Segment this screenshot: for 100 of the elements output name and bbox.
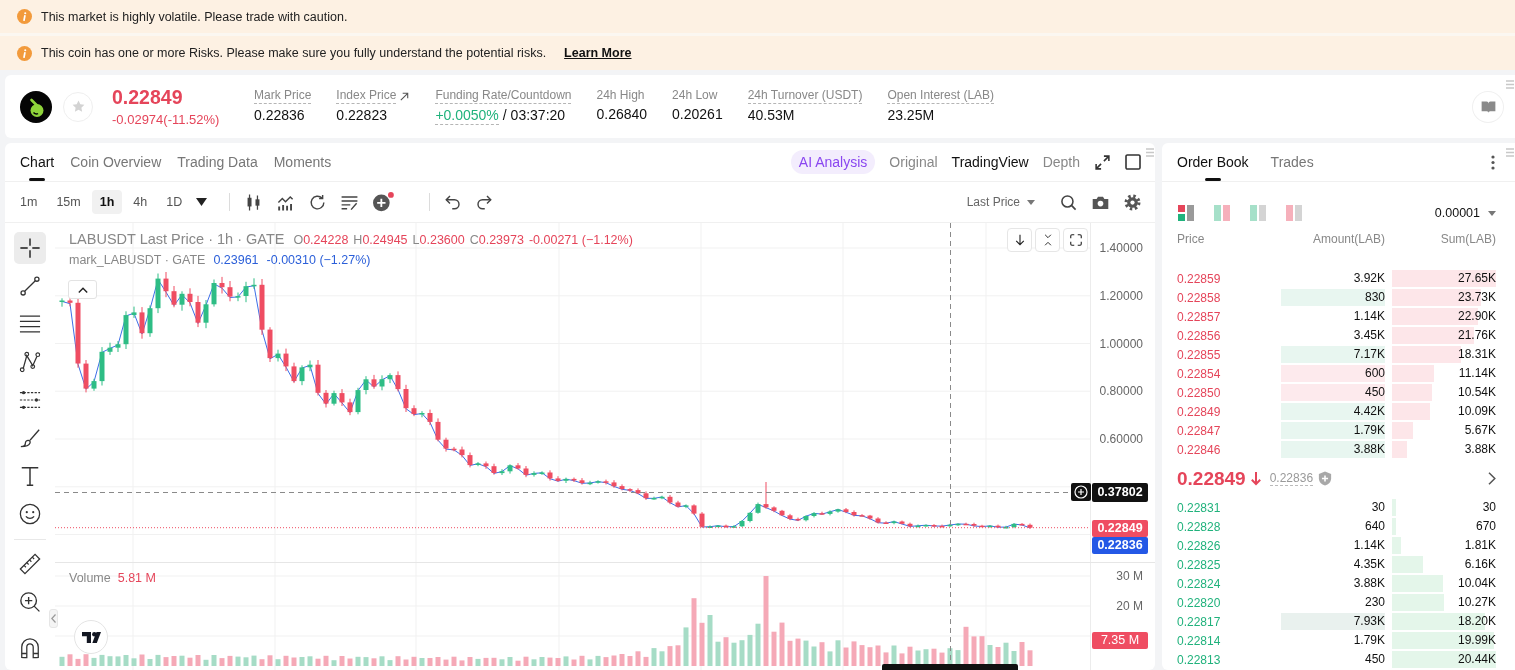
star-icon[interactable] <box>70 99 86 114</box>
stat-value: 0.20261 <box>672 106 723 123</box>
book-button[interactable] <box>1473 91 1503 122</box>
sum-value: 23.73K <box>1457 290 1496 304</box>
order-book-tab[interactable]: Order Book <box>1172 143 1254 181</box>
last-price-tag: 0.22849 <box>1092 520 1148 537</box>
ask-price: 0.22850 <box>1177 385 1222 400</box>
zigzag-nodes-icon[interactable] <box>19 351 41 373</box>
amount-cell-text: 450 <box>1363 651 1385 668</box>
mark-series-change: -0.00310 (−1.27%) <box>266 253 371 267</box>
last-price: 0.22849 <box>112 85 184 108</box>
alert-message: This coin has one or more Risks. Please make sure you fully understand the potential risks. <box>41 46 547 60</box>
smiley-icon[interactable] <box>19 503 41 525</box>
ohlc-label: C <box>469 233 479 247</box>
stat-value: 23.25M <box>887 107 935 124</box>
logo-icon[interactable] <box>74 620 108 654</box>
expand-icon[interactable] <box>1094 153 1111 171</box>
stat-value: 0.26840 <box>596 106 648 123</box>
interval-button[interactable]: 15m <box>48 190 89 214</box>
frame-icon[interactable] <box>1068 233 1083 247</box>
sum-value: 1.81K <box>1464 538 1496 552</box>
horizontal-lines-icon[interactable] <box>19 313 41 335</box>
bid-price: 0.22814 <box>1177 633 1222 648</box>
ohlc-label: O <box>293 233 304 247</box>
stacked-layout-icon[interactable] <box>1178 205 1194 221</box>
book-icon[interactable] <box>1480 99 1496 114</box>
collapse-tab[interactable] <box>49 609 58 628</box>
interval-button[interactable]: 4h <box>125 190 156 214</box>
down-arrow-button[interactable] <box>1007 228 1032 252</box>
search-icon[interactable] <box>1060 193 1077 211</box>
crosshair-icon[interactable] <box>14 232 46 264</box>
sum-value: 10.04K <box>1457 576 1496 590</box>
chevron-left-icon[interactable] <box>51 614 56 623</box>
sum-value: 18.31K <box>1457 347 1496 361</box>
view-tab[interactable]: TradingView <box>951 154 1029 170</box>
brush-icon[interactable] <box>19 427 41 449</box>
redo-icon[interactable] <box>475 193 494 211</box>
add-icon[interactable] <box>1071 483 1091 501</box>
mark-series-title: mark_LABUSDT · GATE <box>69 253 206 267</box>
amount-cell-text: 30 <box>1370 499 1385 516</box>
precision-dropdown[interactable]: 0.00001 <box>1434 206 1496 220</box>
square-icon[interactable] <box>1125 154 1141 170</box>
depth-bar <box>1392 556 1424 573</box>
chevron-up-icon[interactable] <box>77 286 88 293</box>
info-icon <box>17 9 32 24</box>
sum-value: 30 <box>1482 500 1496 514</box>
chart-tab[interactable]: Chart <box>15 143 60 181</box>
ohlc-value: 0.23600 <box>419 233 465 247</box>
mark-series-value: 0.23961 <box>213 253 259 267</box>
magnet-icon[interactable] <box>19 637 41 659</box>
collapse-legend-button[interactable] <box>68 280 97 299</box>
interval-button[interactable]: 1m <box>12 190 46 214</box>
ohlc-label: H <box>353 233 363 247</box>
stat-label: Open Interest (LAB) <box>887 88 995 104</box>
interval-button[interactable]: 1h <box>91 190 123 214</box>
amount-cell: 3.88K <box>1281 441 1385 458</box>
grip-icon[interactable] <box>1146 148 1154 157</box>
grip-icon[interactable] <box>1506 148 1514 157</box>
zoom-in-icon[interactable] <box>19 591 41 613</box>
stat-link[interactable]: Index Price <box>336 88 397 104</box>
text-tool-icon[interactable] <box>19 465 41 487</box>
add-icon[interactable] <box>372 192 395 212</box>
chart-tab[interactable]: Moments <box>268 143 337 181</box>
ai-analysis-button[interactable]: AI Analysis <box>790 150 876 174</box>
learn-more-link[interactable]: Learn More <box>564 46 632 60</box>
bid-price: 0.22826 <box>1177 538 1222 553</box>
chart-tab[interactable]: Trading Data <box>172 143 263 181</box>
sum-value: 10.09K <box>1457 404 1496 418</box>
view-tab[interactable]: Depth <box>1042 154 1080 170</box>
ruler-icon[interactable] <box>19 553 41 575</box>
amount-cell-text: 1.79K <box>1352 632 1385 649</box>
crosshair-price-label: 0.37802 <box>1092 483 1148 502</box>
grip-icon[interactable] <box>1506 80 1514 89</box>
more-icon[interactable] <box>1491 154 1495 170</box>
stat-label: Mark Price <box>254 88 312 104</box>
chevron-right-icon[interactable] <box>1488 472 1496 485</box>
frame-button[interactable] <box>1063 228 1088 252</box>
price-axis-label: 0.80000 <box>1099 383 1143 400</box>
dotted-lines-icon[interactable] <box>19 389 41 411</box>
settings-icon[interactable] <box>1124 193 1141 211</box>
stat-value: 0.22823 <box>336 107 387 124</box>
price-axis-label: 0.60000 <box>1099 431 1143 447</box>
undo-icon[interactable] <box>444 193 463 211</box>
stat-value: +0.0050% <box>435 107 499 125</box>
sum-value: 21.76K <box>1457 328 1496 342</box>
arrow-up-right-icon[interactable] <box>399 90 411 102</box>
amount-cell-text: 230 <box>1363 594 1385 611</box>
view-tab[interactable]: Original <box>889 154 938 170</box>
circular-arrow-icon[interactable] <box>308 192 328 212</box>
sum-value: 27.65K <box>1457 271 1496 285</box>
volume-axis-label: 20 M <box>1116 598 1143 614</box>
depth-bar <box>1392 365 1434 382</box>
interval-button[interactable]: 1D <box>158 190 191 214</box>
sum-value: 3.88K <box>1464 442 1496 456</box>
caret-down-icon[interactable] <box>196 198 208 206</box>
depth-bar <box>1392 441 1407 458</box>
trend-line-icon[interactable] <box>19 275 41 297</box>
price-source-dropdown[interactable]: Last Price <box>966 195 1035 209</box>
chart-tab[interactable]: Coin Overview <box>65 143 167 181</box>
order-book-tab[interactable]: Trades <box>1265 143 1319 181</box>
